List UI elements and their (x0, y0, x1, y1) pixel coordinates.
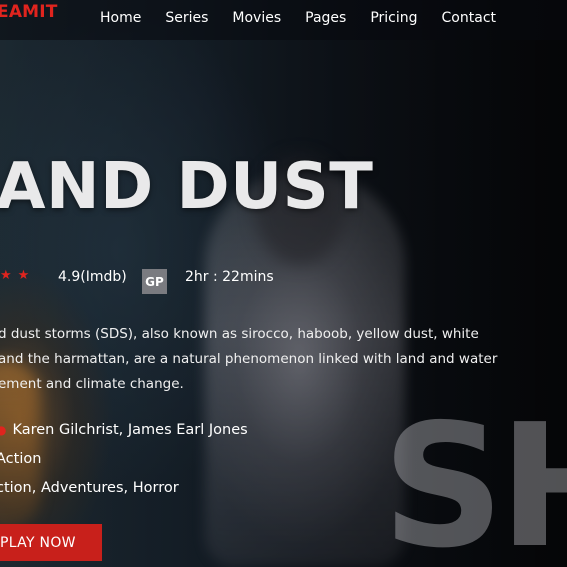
nav-item-pricing[interactable]: Pricing (370, 10, 417, 26)
nav-item-contact[interactable]: Contact (442, 10, 496, 26)
bullet-icon: ● (0, 423, 7, 437)
movie-duration: 2hr : 22mins (185, 269, 274, 285)
rating-stars: ★ ★ (0, 268, 29, 283)
description-line: ement and climate change. (0, 376, 184, 392)
tags-value: ction, Adventures, Horror (0, 480, 179, 496)
nav-item-series[interactable]: Series (165, 10, 208, 26)
star-icon: ★ (0, 268, 12, 283)
main-nav: Home Series Movies Pages Pricing Contact (100, 10, 496, 26)
imdb-rating: 4.9(Imdb) (58, 269, 127, 285)
movie-cast: ● Karen Gilchrist, James Earl Jones (0, 422, 248, 438)
cast-value: Karen Gilchrist, James Earl Jones (12, 422, 248, 438)
description-line: d dust storms (SDS), also known as siroc… (0, 326, 479, 342)
site-header: EAMIT Home Series Movies Pages Pricing C… (0, 0, 567, 40)
age-rating-badge: GP (142, 269, 167, 294)
movie-description: d dust storms (SDS), also known as siroc… (0, 322, 513, 397)
movie-tags: ction, Adventures, Horror (0, 480, 179, 496)
brand-logo[interactable]: EAMIT (0, 2, 58, 22)
movie-title: AND DUST (0, 150, 374, 224)
movie-genre: Action (0, 451, 41, 467)
star-icon: ★ (17, 268, 30, 283)
genre-value: Action (0, 451, 42, 467)
nav-item-movies[interactable]: Movies (232, 10, 281, 26)
background-letters: SH (382, 388, 567, 567)
hero-stage: SH EAMIT Home Series Movies Pages Pricin… (0, 0, 567, 567)
play-now-button[interactable]: PLAY NOW (0, 524, 102, 561)
nav-item-pages[interactable]: Pages (305, 10, 346, 26)
description-line: and the harmattan, are a natural phenome… (0, 351, 498, 367)
nav-item-home[interactable]: Home (100, 10, 141, 26)
